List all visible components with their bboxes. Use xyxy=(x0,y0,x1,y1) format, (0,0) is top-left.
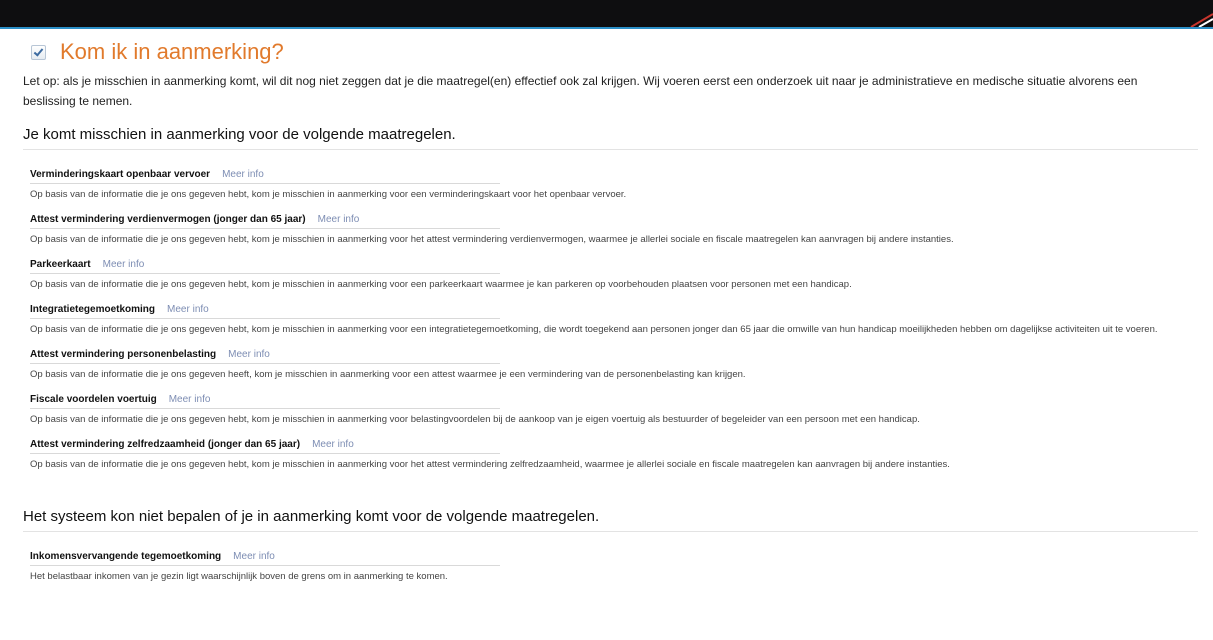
measure-description: Op basis van de informatie die je ons ge… xyxy=(30,324,1158,335)
measure-item: Parkeerkaart Meer info Op basis van de in… xyxy=(30,254,1198,290)
corner-decoration xyxy=(1187,0,1213,27)
measure-title: Verminderingskaart openbaar vervoer xyxy=(30,169,211,180)
checkmark-icon xyxy=(31,44,46,60)
measure-description: Op basis van de informatie die je ons ge… xyxy=(30,189,627,200)
intro-text: Let op: als je misschien in aanmerking k… xyxy=(23,74,1138,108)
undetermined-list: Inkomensvervangende tegemoetkoming Meer i… xyxy=(30,546,1198,582)
meer-info-link[interactable]: Meer info xyxy=(233,551,275,562)
measure-description: Op basis van de informatie die je ons ge… xyxy=(30,414,920,425)
meer-info-link[interactable]: Meer info xyxy=(312,439,354,450)
top-bar xyxy=(0,0,1213,29)
measure-header: Attest vermindering zelfredzaamheid (jon… xyxy=(30,439,500,454)
eligible-list: Verminderingskaart openbaar vervoer Meer … xyxy=(30,164,1198,470)
measure-title: Attest vermindering verdienvermogen (jon… xyxy=(30,214,306,225)
measure-header: Attest vermindering personenbelasting Mee… xyxy=(30,349,500,364)
measure-header: Integratietegemoetkoming Meer info xyxy=(30,304,500,319)
measure-item: Fiscale voordelen voertuig Meer info Op b… xyxy=(30,389,1198,425)
measure-description: Op basis van de informatie die je ons ge… xyxy=(30,234,954,245)
measure-title: Attest vermindering personenbelasting xyxy=(30,349,217,360)
measure-description: Op basis van de informatie die je ons ge… xyxy=(30,279,852,290)
measure-title: Integratietegemoetkoming xyxy=(30,304,156,315)
measure-title: Inkomensvervangende tegemoetkoming xyxy=(30,551,222,562)
meer-info-link[interactable]: Meer info xyxy=(228,349,270,360)
measure-item: Attest vermindering zelfredzaamheid (jon… xyxy=(30,434,1198,470)
measure-description: Op basis van de informatie die je ons ge… xyxy=(30,459,950,470)
meer-info-link[interactable]: Meer info xyxy=(222,169,264,180)
measure-item: Verminderingskaart openbaar vervoer Meer … xyxy=(30,164,1198,200)
undetermined-heading: Het systeem kon niet bepalen of je in aa… xyxy=(23,508,1198,532)
meer-info-link[interactable]: Meer info xyxy=(103,259,145,270)
measure-description: Op basis van de informatie die je ons ge… xyxy=(30,369,746,380)
page-title: Kom ik in aanmerking? xyxy=(60,39,284,64)
meer-info-link[interactable]: Meer info xyxy=(318,214,360,225)
measure-header: Parkeerkaart Meer info xyxy=(30,259,500,274)
title-row: Kom ik in aanmerking? xyxy=(23,36,1198,68)
measure-title: Parkeerkaart xyxy=(30,259,91,270)
main-content: Kom ik in aanmerking? Let op: als je mis… xyxy=(23,36,1198,591)
measure-header: Attest vermindering verdienvermogen (jon… xyxy=(30,214,500,229)
measure-item: Inkomensvervangende tegemoetkoming Meer i… xyxy=(30,546,1198,582)
meer-info-link[interactable]: Meer info xyxy=(167,304,209,315)
measure-item: Integratietegemoetkoming Meer info Op bas… xyxy=(30,299,1198,335)
measure-item: Attest vermindering personenbelasting Mee… xyxy=(30,344,1198,380)
meer-info-link[interactable]: Meer info xyxy=(169,394,211,405)
eligible-heading: Je komt misschien in aanmerking voor de … xyxy=(23,126,1198,150)
measure-header: Verminderingskaart openbaar vervoer Meer … xyxy=(30,169,500,184)
measure-description: Het belastbaar inkomen van je gezin ligt… xyxy=(30,571,448,582)
measure-header: Inkomensvervangende tegemoetkoming Meer i… xyxy=(30,551,500,566)
measure-header: Fiscale voordelen voertuig Meer info xyxy=(30,394,500,409)
measure-item: Attest vermindering verdienvermogen (jon… xyxy=(30,209,1198,245)
measure-title: Attest vermindering zelfredzaamheid (jon… xyxy=(30,439,301,450)
measure-title: Fiscale voordelen voertuig xyxy=(30,394,157,405)
